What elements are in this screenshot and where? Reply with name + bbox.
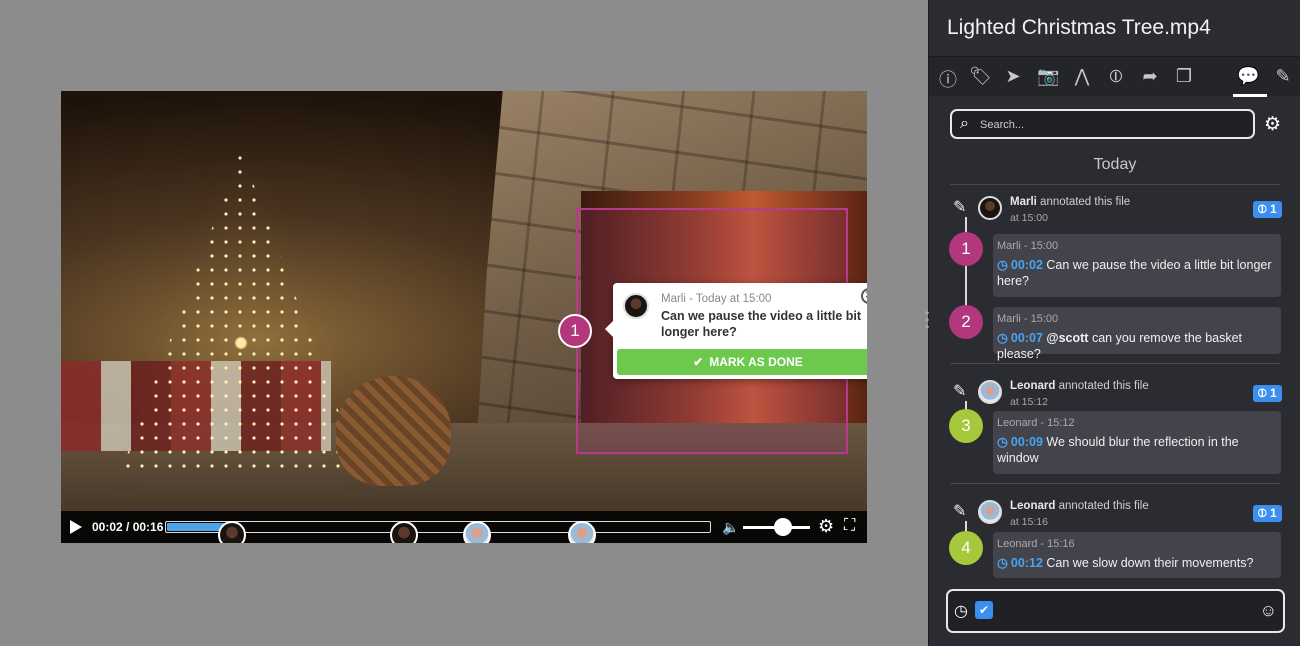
location-icon[interactable]: ➤ <box>1002 66 1024 87</box>
copy-icon[interactable]: ❐ <box>1173 66 1195 87</box>
comment-feed: ✎ Marli annotated this file at 15:00 ⦶ 1… <box>929 185 1300 581</box>
settings-gear-icon[interactable]: ⚙ <box>1264 113 1281 136</box>
comment-card[interactable]: Marli - 15:00 00:02 Can we pause the vid… <box>993 234 1281 297</box>
player-controls: 00:02 / 00:16 🔈 ⚙ ⛶ <box>61 511 867 543</box>
comment-marker[interactable]: 2 <box>949 305 983 339</box>
share-icon[interactable]: ➦ <box>1139 66 1161 87</box>
annotation-marker[interactable]: 1 <box>558 314 592 348</box>
active-tab-indicator <box>1233 94 1267 97</box>
volume-knob[interactable] <box>774 518 792 536</box>
play-icon[interactable] <box>70 520 82 534</box>
fullscreen-icon[interactable]: ⛶ <box>844 517 855 535</box>
comment-timestamp[interactable]: 00:12 <box>997 556 1043 570</box>
avatar <box>978 380 1002 404</box>
comment-meta: Leonard - 15:12 <box>997 417 1075 429</box>
annotation-count-badge[interactable]: ⦶ 1 <box>1253 201 1282 218</box>
comment-marker[interactable]: 1 <box>949 232 983 266</box>
sidebar-toolbar: ⓘ 🏷 ➤ 📷 ⋀ ⦶ ➦ ❐ 💬 ✎ <box>929 56 1300 97</box>
avatar <box>978 500 1002 524</box>
video-stage: 1 Marli - Today at 15:00 Can we pause th… <box>0 0 928 646</box>
annotation-group: ✎ Leonard annotated this file at 15:16 ⦶… <box>929 489 1300 581</box>
commit-icon[interactable]: ⦶ <box>1105 66 1127 87</box>
waveform-icon[interactable]: ⋀ <box>1071 66 1093 87</box>
annotation-count-badge[interactable]: ⦶ 1 <box>1253 385 1282 402</box>
comment-card[interactable]: Marli - 15:00 00:07 @scott can you remov… <box>993 307 1281 361</box>
popup-meta: Marli - Today at 15:00 <box>661 293 772 305</box>
comments-sidebar: • • • Lighted Christmas Tree.mp4 ⓘ 🏷 ➤ 📷 ⋀ ⦶ ➦ ❐ 💬… <box>925 0 1300 646</box>
day-divider: Today <box>1093 156 1137 173</box>
annotation-group: ✎ Leonard annotated this file at 15:12 ⦶… <box>929 369 1300 481</box>
comment-timestamp[interactable]: 00:07 <box>997 331 1043 345</box>
pencil-icon[interactable]: ✎ <box>1272 66 1294 87</box>
group-author: Marli annotated this file <box>1010 196 1131 208</box>
group-time: at 15:16 <box>1010 516 1048 528</box>
comments-icon[interactable]: 💬 <box>1237 66 1259 87</box>
group-time: at 15:12 <box>1010 396 1048 408</box>
comment-text: 00:02 Can we pause the video a little bi… <box>997 257 1275 289</box>
annotation-group: ✎ Marli annotated this file at 15:00 ⦶ 1… <box>929 185 1300 363</box>
video-player[interactable]: 1 Marli - Today at 15:00 Can we pause th… <box>61 91 867 543</box>
timeline-avatar-marli[interactable] <box>218 521 246 543</box>
group-author: Leonard annotated this file <box>1010 380 1149 392</box>
time-display: 00:02 / 00:16 <box>92 520 164 534</box>
avatar <box>623 293 649 319</box>
comment-text: 00:07 @scott can you remove the basket p… <box>997 330 1275 362</box>
close-icon[interactable]: ✕ <box>861 288 867 304</box>
mark-as-done-label: MARK AS DONE <box>709 355 803 369</box>
tag-icon[interactable]: 🏷 <box>969 66 992 87</box>
comment-marker[interactable]: 3 <box>949 409 983 443</box>
timeline-avatar-leonard[interactable] <box>568 521 596 543</box>
volume-icon[interactable]: 🔈 <box>722 519 739 536</box>
info-icon[interactable]: ⓘ <box>937 66 959 92</box>
comment-timestamp[interactable]: 00:02 <box>997 258 1043 272</box>
seek-bar[interactable] <box>165 521 711 543</box>
file-title: Lighted Christmas Tree.mp4 <box>947 16 1211 39</box>
annotation-count-badge[interactable]: ⦶ 1 <box>1253 505 1282 522</box>
scene-basket <box>336 376 451 486</box>
comment-composer[interactable]: ◷ ✔ ☺ <box>946 589 1285 633</box>
comment-meta: Marli - 15:00 <box>997 313 1059 325</box>
checkbox-icon[interactable]: ✔ <box>975 601 993 619</box>
clock-icon[interactable]: ◷ <box>954 601 968 621</box>
comment-card[interactable]: Leonard - 15:12 00:09 We should blur the… <box>993 411 1281 474</box>
comment-text: 00:12 Can we slow down their movements? <box>997 555 1275 571</box>
comment-meta: Leonard - 15:16 <box>997 538 1075 550</box>
timeline-avatar-marli[interactable] <box>390 521 418 543</box>
comment-text: 00:09 We should blur the reflection in t… <box>997 434 1275 466</box>
search-box: ⌕ <box>950 109 1255 139</box>
avatar <box>978 196 1002 220</box>
gear-icon[interactable]: ⚙ <box>818 516 834 537</box>
mention[interactable]: @scott <box>1046 331 1088 345</box>
popup-message: Can we pause the video a little bit long… <box>661 309 862 339</box>
pencil-icon: ✎ <box>953 199 967 216</box>
pencil-icon: ✎ <box>953 383 967 400</box>
comment-timestamp[interactable]: 00:09 <box>997 435 1043 449</box>
group-time: at 15:00 <box>1010 212 1048 224</box>
camera-icon[interactable]: 📷 <box>1037 66 1059 87</box>
check-icon: ✔ <box>693 355 704 369</box>
comment-meta: Marli - 15:00 <box>997 240 1059 252</box>
group-author: Leonard annotated this file <box>1010 500 1149 512</box>
divider <box>950 483 1280 484</box>
search-icon: ⌕ <box>960 115 969 132</box>
comment-card[interactable]: Leonard - 15:16 00:12 Can we slow down t… <box>993 532 1281 578</box>
annotation-popup: Marli - Today at 15:00 Can we pause the … <box>605 283 867 379</box>
pencil-icon: ✎ <box>953 503 967 520</box>
search-input[interactable] <box>980 116 1240 134</box>
emoji-icon[interactable]: ☺ <box>1260 601 1277 621</box>
comment-marker[interactable]: 4 <box>949 531 983 565</box>
timeline-avatar-leonard[interactable] <box>463 521 491 543</box>
divider <box>950 363 1280 364</box>
mark-as-done-button[interactable]: ✔ MARK AS DONE <box>617 349 867 375</box>
scene-christmas-tree <box>121 151 361 471</box>
